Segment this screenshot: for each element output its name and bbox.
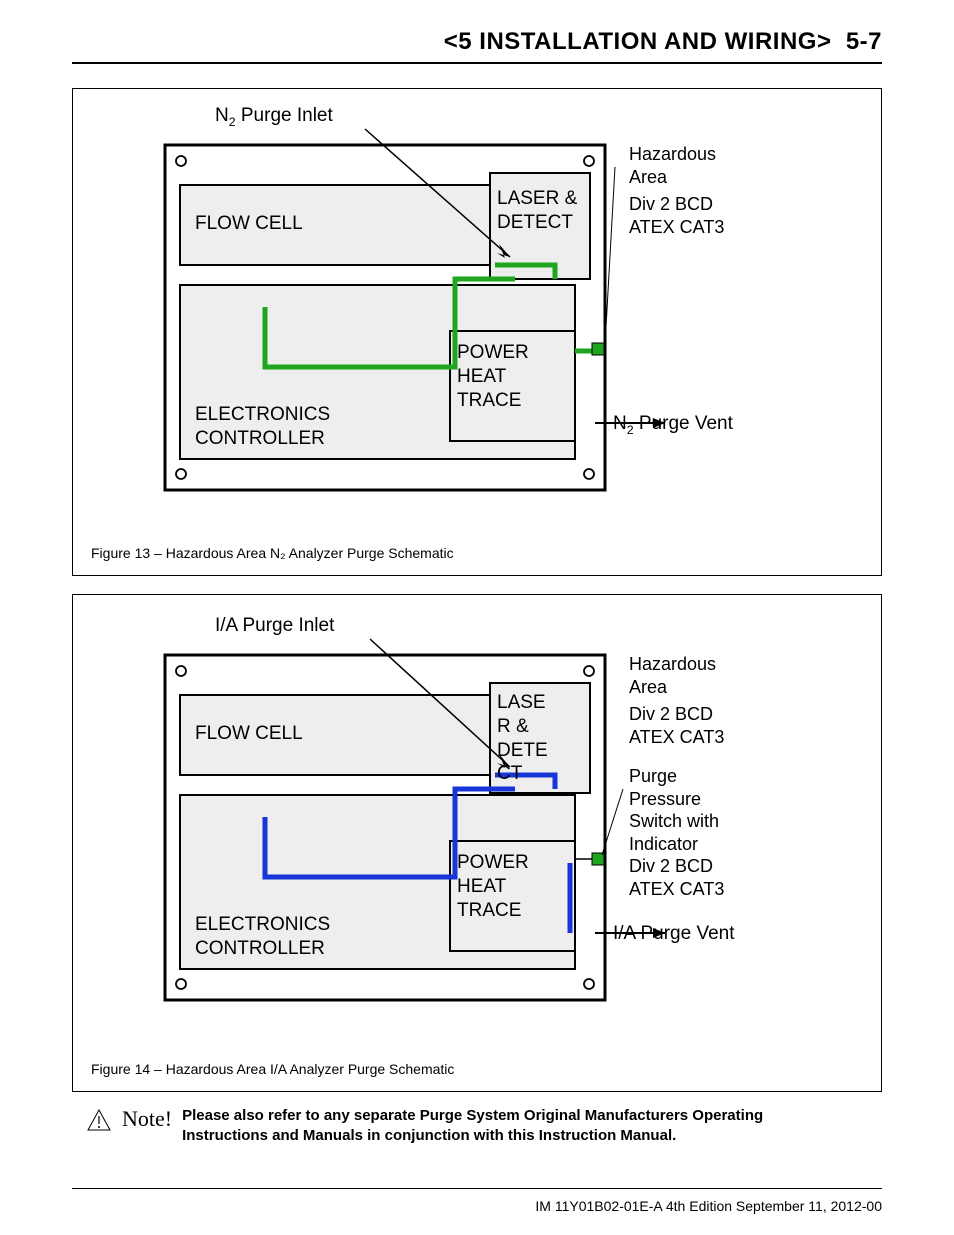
laser-detect-label: LASER & DETECT bbox=[497, 187, 577, 235]
ia-purge-inlet-label: I/A Purge Inlet bbox=[215, 615, 334, 637]
section-header: <5 INSTALLATION AND WIRING> 5-7 bbox=[72, 28, 882, 64]
hazardous-area-label: Hazardous Area bbox=[629, 143, 716, 188]
electronics-controller-label: ELECTRONICS CONTROLLER bbox=[195, 403, 330, 451]
n2-purge-inlet-label: N2 Purge Inlet bbox=[215, 105, 333, 129]
figure-13-frame: N2 Purge Inlet Hazardous Area Div 2 BCD … bbox=[72, 88, 882, 576]
hazardous-area-label-2: Hazardous Area bbox=[629, 653, 716, 698]
note-label: Note! bbox=[122, 1106, 172, 1132]
power-heat-trace-label: POWER HEAT TRACE bbox=[457, 341, 529, 412]
flow-cell-label: FLOW CELL bbox=[195, 212, 303, 236]
purge-switch-label: Purge Pressure Switch with Indicator Div… bbox=[629, 765, 724, 900]
warning-icon bbox=[86, 1108, 112, 1132]
hazardous-rating-label-2: Div 2 BCD ATEX CAT3 bbox=[629, 703, 724, 748]
note-block: Note! Please also refer to any separate … bbox=[86, 1106, 882, 1147]
figure-14-frame: I/A Purge Inlet Hazardous Area Div 2 BCD… bbox=[72, 594, 882, 1092]
footer-text: IM 11Y01B02-01E-A 4th Edition September … bbox=[72, 1198, 882, 1214]
ia-purge-vent-label: I/A Purge Vent bbox=[613, 923, 734, 945]
laser-detect-label-2: LASE R & DETE CT bbox=[497, 691, 548, 786]
figure-13-caption: Figure 13 – Hazardous Area N₂ Analyzer P… bbox=[73, 527, 881, 561]
flow-cell-label-2: FLOW CELL bbox=[195, 722, 303, 746]
n2-purge-vent-label: N2 Purge Vent bbox=[613, 413, 733, 437]
figure-13-diagram: N2 Purge Inlet Hazardous Area Div 2 BCD … bbox=[95, 107, 867, 527]
figure-14-diagram: I/A Purge Inlet Hazardous Area Div 2 BCD… bbox=[95, 613, 867, 1043]
note-text: Please also refer to any separate Purge … bbox=[182, 1106, 822, 1147]
figure-14-caption: Figure 14 – Hazardous Area I/A Analyzer … bbox=[73, 1043, 881, 1077]
electronics-controller-label-2: ELECTRONICS CONTROLLER bbox=[195, 913, 330, 961]
footer-rule bbox=[72, 1188, 882, 1189]
hazardous-rating-label: Div 2 BCD ATEX CAT3 bbox=[629, 193, 724, 238]
power-heat-trace-label-2: POWER HEAT TRACE bbox=[457, 851, 529, 922]
